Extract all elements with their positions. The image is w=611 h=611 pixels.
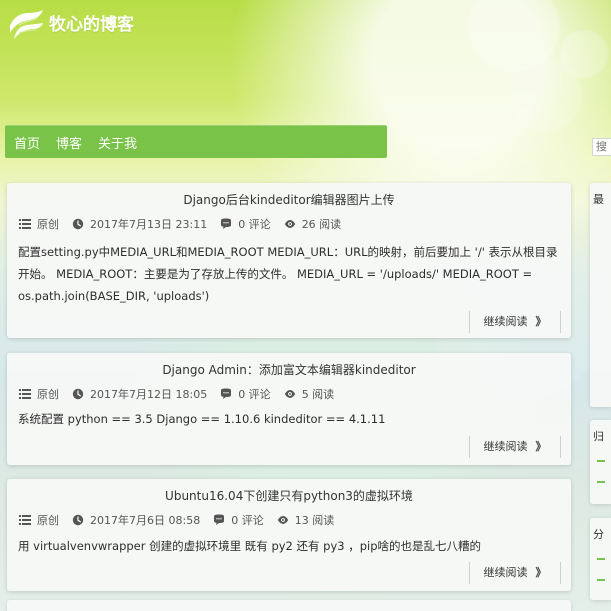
post-title[interactable]: Django后台kindeditor编辑器图片上传: [7, 191, 571, 208]
comment-icon: [221, 218, 232, 229]
post-type-label: 原创: [37, 218, 59, 231]
nav-item-home[interactable]: 首页: [14, 133, 40, 152]
archive-link-indicator[interactable]: [597, 481, 605, 483]
double-chevron-right-icon: 》: [535, 566, 547, 579]
post-summary: 用 virtualvenvwrapper 创建的虚拟环境里 既有 py2 还有 …: [18, 539, 482, 553]
read-more-button[interactable]: 继续阅读》: [469, 436, 561, 458]
post-title[interactable]: Django Admin：添加富文本编辑器kindeditor: [7, 361, 571, 378]
read-more-label: 继续阅读: [483, 440, 528, 453]
post-type: 原创: [19, 512, 59, 528]
post-views: 13 阅读: [277, 512, 335, 528]
post-date: 2017年7月13日 23:11: [72, 216, 207, 232]
archive-link-indicator[interactable]: [597, 460, 605, 462]
category-link-indicator[interactable]: [597, 558, 605, 560]
double-chevron-right-icon: 》: [535, 440, 547, 453]
post-comments: 0 评论: [220, 216, 271, 232]
comment-icon: [221, 388, 232, 399]
comment-icon: [214, 514, 225, 525]
post-date-label: 2017年7月6日 08:58: [90, 514, 201, 527]
nav-item-blog[interactable]: 博客: [56, 133, 82, 152]
post-type-label: 原创: [37, 514, 59, 527]
post-type-label: 原创: [37, 388, 59, 401]
post-comments: 0 评论: [213, 512, 264, 528]
post-date-label: 2017年7月12日 18:05: [90, 388, 208, 401]
clock-icon: [72, 388, 84, 400]
post-date: 2017年7月12日 18:05: [72, 386, 207, 402]
post-type: 原创: [19, 216, 59, 232]
post-card: Django Admin：添加富文本编辑器kindeditor 原创 2017年…: [7, 353, 571, 465]
sidebar-section-title: 最: [593, 193, 604, 206]
next-post-card-partial: [7, 600, 571, 611]
post-meta: 原创 2017年7月12日 18:05 0 评论 5 阅读: [19, 385, 347, 403]
post-card: Django后台kindeditor编辑器图片上传 原创 2017年7月13日 …: [7, 183, 571, 338]
post-meta: 原创 2017年7月6日 08:58 0 评论 13 阅读: [19, 511, 347, 529]
eye-icon: [284, 220, 295, 228]
double-chevron-right-icon: 》: [535, 315, 547, 328]
category-link-indicator[interactable]: [597, 579, 605, 581]
views-count: 13 阅读: [294, 514, 335, 527]
sidebar-section-recent: 最: [590, 183, 611, 407]
site-title[interactable]: 牧心的博客: [49, 10, 134, 35]
eye-icon: [277, 516, 288, 524]
search-input[interactable]: [592, 138, 611, 156]
post-date-label: 2017年7月13日 23:11: [90, 218, 208, 231]
post-views: 26 阅读: [284, 216, 342, 232]
list-icon: [19, 389, 31, 399]
blog-page: 牧心的博客 首页 博客 关于我 Django后台kindeditor编辑器图片上…: [0, 0, 611, 611]
comments-count: 0 评论: [231, 514, 264, 527]
post-type: 原创: [19, 386, 59, 402]
wing-logo-icon[interactable]: [6, 8, 44, 42]
main-navigation: 首页 博客 关于我: [5, 125, 387, 158]
read-more-label: 继续阅读: [483, 315, 528, 328]
list-icon: [19, 219, 31, 229]
comments-count: 0 评论: [238, 218, 271, 231]
clock-icon: [72, 514, 84, 526]
read-more-button[interactable]: 继续阅读》: [469, 562, 561, 584]
background-light-orb: [560, 30, 608, 78]
sidebar-section-archive: 归: [590, 420, 611, 504]
post-views: 5 阅读: [284, 386, 335, 402]
post-summary: 系统配置 python == 3.5 Django == 1.10.6 kind…: [18, 412, 386, 426]
post-comments: 0 评论: [220, 386, 271, 402]
comments-count: 0 评论: [238, 388, 271, 401]
post-meta: 原创 2017年7月13日 23:11 0 评论 26 阅读: [19, 215, 354, 233]
post-card: Ubuntu16.04下创建只有python3的虚拟环境 原创 2017年7月6…: [7, 479, 571, 591]
post-title[interactable]: Ubuntu16.04下创建只有python3的虚拟环境: [7, 487, 571, 504]
list-icon: [19, 515, 31, 525]
eye-icon: [284, 390, 295, 398]
post-summary: 配置setting.py中MEDIA_URL和MEDIA_ROOT MEDIA_…: [18, 245, 558, 303]
views-count: 5 阅读: [301, 388, 335, 401]
sidebar-section-title: 归: [593, 430, 604, 443]
post-date: 2017年7月6日 08:58: [72, 512, 200, 528]
sidebar-section-title: 分: [593, 528, 604, 541]
read-more-label: 继续阅读: [483, 566, 528, 579]
nav-item-about[interactable]: 关于我: [98, 133, 137, 152]
read-more-button[interactable]: 继续阅读》: [469, 311, 561, 333]
views-count: 26 阅读: [301, 218, 342, 231]
sidebar-section-category: 分: [590, 518, 611, 600]
clock-icon: [72, 218, 84, 230]
